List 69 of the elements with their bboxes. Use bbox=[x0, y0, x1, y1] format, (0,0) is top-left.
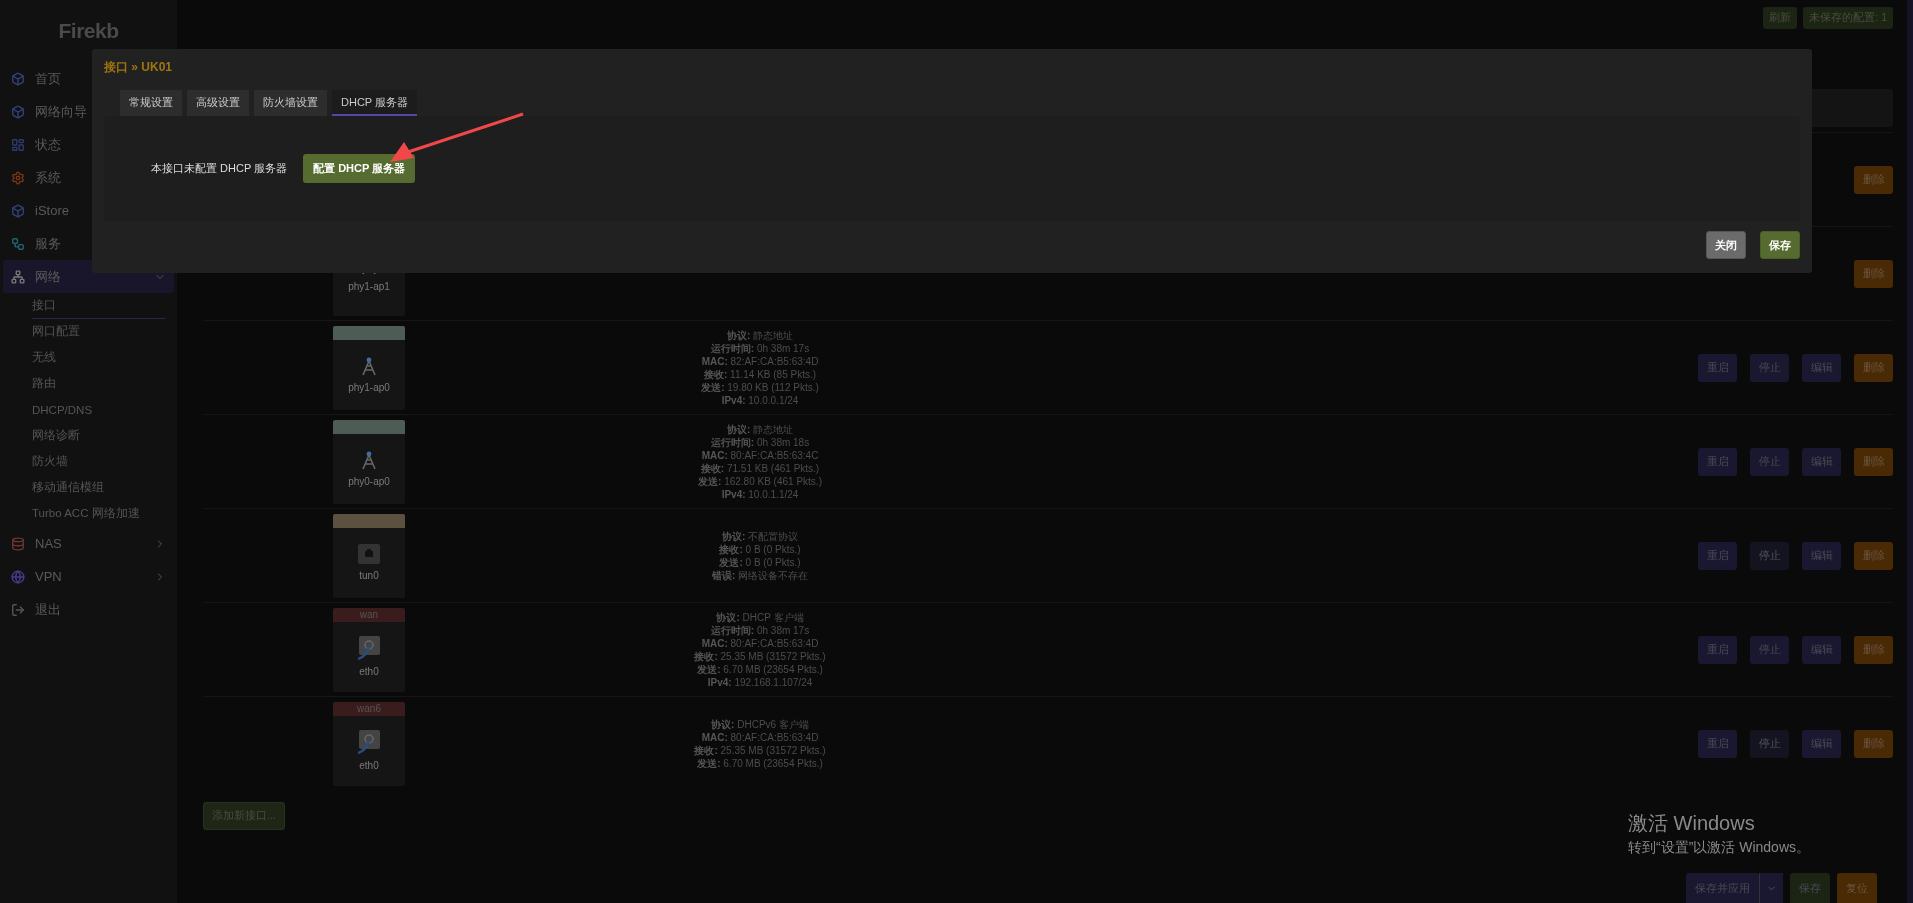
tab[interactable]: 防火墙设置 bbox=[254, 90, 327, 116]
status-line: 接收: 71.51 KB (461 Pkts.) bbox=[700, 461, 820, 475]
status-line: 运行时间: 0h 38m 18s bbox=[710, 435, 810, 449]
activation-title: 激活 Windows bbox=[1628, 811, 1756, 836]
submenu-item[interactable]: 网络诊断 bbox=[32, 423, 166, 449]
logout-icon bbox=[11, 602, 25, 617]
dashboard-icon bbox=[11, 137, 25, 152]
sidebar-item[interactable]: iStore bbox=[3, 194, 174, 227]
device-name: phy1-ap1 bbox=[348, 281, 390, 292]
status-line: 接收: 25.35 MB (31572 Pkts.) bbox=[694, 743, 826, 757]
configure-button[interactable]: 配置 DHCP 服务器 bbox=[303, 154, 416, 183]
port-icon bbox=[358, 544, 380, 564]
status-line: IPv4: 10.0.1.1/24 bbox=[721, 487, 799, 501]
status-line: 发送: 6.70 MB (23654 Pkts.) bbox=[697, 662, 823, 676]
logo: Firekb bbox=[57, 18, 120, 44]
message: 本接口未配置 DHCP 服务器 bbox=[151, 161, 288, 176]
cube-icon bbox=[11, 71, 25, 86]
status-line: MAC: 80:AF:CA:B5:63:4C bbox=[701, 448, 819, 462]
status-line: 接收: 11.14 KB (85 Pkts.) bbox=[703, 367, 817, 381]
sidebar-item[interactable]: 退出 bbox=[3, 593, 174, 626]
ethernet-cable-icon bbox=[358, 730, 380, 754]
status-line: 运行时间: 0h 38m 17s bbox=[710, 623, 810, 637]
sidebar-item[interactable]: VPN bbox=[3, 560, 174, 593]
breadcrumb: 接口 » UK01 bbox=[104, 59, 173, 76]
submenu-item[interactable]: 移动通信模组 bbox=[32, 475, 166, 501]
ethernet-cable-icon bbox=[358, 636, 380, 660]
status-line: 发送: 6.70 MB (23654 Pkts.) bbox=[697, 756, 823, 770]
status-line: IPv4: 192.168.1.107/24 bbox=[707, 675, 813, 689]
status-line: IPv4: 10.0.0.1/24 bbox=[721, 393, 799, 407]
sidebar-item[interactable]: 服务 bbox=[3, 227, 174, 260]
device-name: eth0 bbox=[359, 760, 379, 771]
device-name: phy1-ap0 bbox=[348, 382, 390, 393]
status-line: MAC: 82:AF:CA:B5:63:4D bbox=[701, 354, 819, 368]
device-name: tun0 bbox=[359, 570, 379, 581]
status-line: MAC: 80:AF:CA:B5:63:4D bbox=[701, 730, 819, 744]
antenna-icon bbox=[361, 450, 377, 470]
database-icon bbox=[11, 536, 25, 551]
submenu-item[interactable]: Turbo ACC 网络加速 bbox=[32, 501, 166, 527]
gear-icon bbox=[11, 170, 25, 185]
cube-icon bbox=[11, 104, 25, 119]
status-line: 接收: 0 B (0 Pkts.) bbox=[719, 542, 801, 556]
sidebar-item[interactable]: 状态 bbox=[3, 128, 174, 161]
device-name: phy0-ap0 bbox=[348, 476, 390, 487]
sidebar-item[interactable]: NAS bbox=[3, 527, 174, 560]
tab[interactable]: 高级设置 bbox=[187, 90, 249, 116]
submenu-item[interactable]: DHCP/DNS bbox=[32, 397, 166, 423]
status-line: 发送: 0 B (0 Pkts.) bbox=[719, 555, 801, 569]
dialog-button[interactable]: 关闭 bbox=[1706, 231, 1746, 259]
cube-icon bbox=[11, 203, 25, 218]
dropdown-button[interactable] bbox=[1759, 873, 1783, 903]
submenu-item[interactable]: 路由 bbox=[32, 371, 166, 397]
tab[interactable]: DHCP 服务器 bbox=[332, 90, 418, 116]
dialog-button[interactable]: 保存 bbox=[1760, 231, 1800, 259]
globe-icon bbox=[11, 569, 25, 584]
status-line: 接收: 25.35 MB (31572 Pkts.) bbox=[694, 649, 826, 663]
network-icon bbox=[11, 269, 25, 284]
submenu-item[interactable]: 无线 bbox=[32, 345, 166, 371]
footer-button[interactable]: 保存 bbox=[1790, 873, 1830, 903]
status-line: 发送: 162.80 KB (461 Pkts.) bbox=[698, 474, 822, 488]
activation-text: 转到“设置”以激活 Windows。 bbox=[1628, 839, 1810, 857]
device-name: eth0 bbox=[359, 666, 379, 677]
status-line: MAC: 80:AF:CA:B5:63:4D bbox=[701, 636, 819, 650]
submenu-item[interactable]: 防火墙 bbox=[32, 449, 166, 475]
tab[interactable]: 常规设置 bbox=[120, 90, 182, 116]
status-line: 运行时间: 0h 38m 17s bbox=[710, 341, 810, 355]
status-line: 发送: 19.80 KB (112 Pkts.) bbox=[701, 380, 819, 394]
submenu-item[interactable]: 接口 bbox=[32, 293, 166, 319]
antenna-icon bbox=[361, 356, 377, 376]
scrollbar[interactable] bbox=[1907, 0, 1913, 903]
